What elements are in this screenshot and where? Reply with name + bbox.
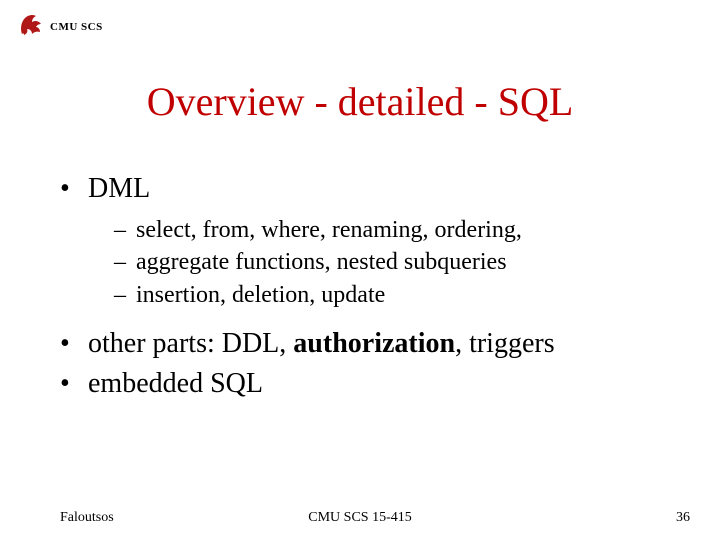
bullet-text: embedded SQL — [88, 365, 263, 403]
footer-course: CMU SCS 15-415 — [0, 510, 720, 526]
bullet-marker-icon: • — [60, 325, 88, 363]
bullet-text: other parts: DDL, authorization, trigger… — [88, 325, 555, 363]
bullet-marker-icon: • — [60, 170, 88, 208]
bullet-item: • embedded SQL — [60, 365, 670, 403]
sub-bullet-text: insertion, deletion, update — [136, 279, 385, 311]
sub-bullet-list: – select, from, where, renaming, orderin… — [114, 214, 670, 311]
sub-bullet-item: – insertion, deletion, update — [114, 279, 670, 311]
bullet-marker-icon: • — [60, 365, 88, 403]
cmu-scotty-logo-icon — [18, 10, 44, 43]
dash-marker-icon: – — [114, 246, 136, 278]
footer-page-number: 36 — [676, 510, 690, 526]
dash-marker-icon: – — [114, 214, 136, 246]
bullet-text: DML — [88, 170, 150, 208]
header-org-label: CMU SCS — [50, 21, 103, 33]
bullet-item: • DML — [60, 170, 670, 208]
slide-body: • DML – select, from, where, renaming, o… — [60, 170, 670, 405]
slide-title: Overview - detailed - SQL — [0, 78, 720, 125]
slide-header: CMU SCS — [18, 10, 103, 43]
dash-marker-icon: – — [114, 279, 136, 311]
sub-bullet-text: select, from, where, renaming, ordering, — [136, 214, 522, 246]
sub-bullet-item: – aggregate functions, nested subqueries — [114, 246, 670, 278]
sub-bullet-item: – select, from, where, renaming, orderin… — [114, 214, 670, 246]
bullet-item: • other parts: DDL, authorization, trigg… — [60, 325, 670, 363]
sub-bullet-text: aggregate functions, nested subqueries — [136, 246, 507, 278]
